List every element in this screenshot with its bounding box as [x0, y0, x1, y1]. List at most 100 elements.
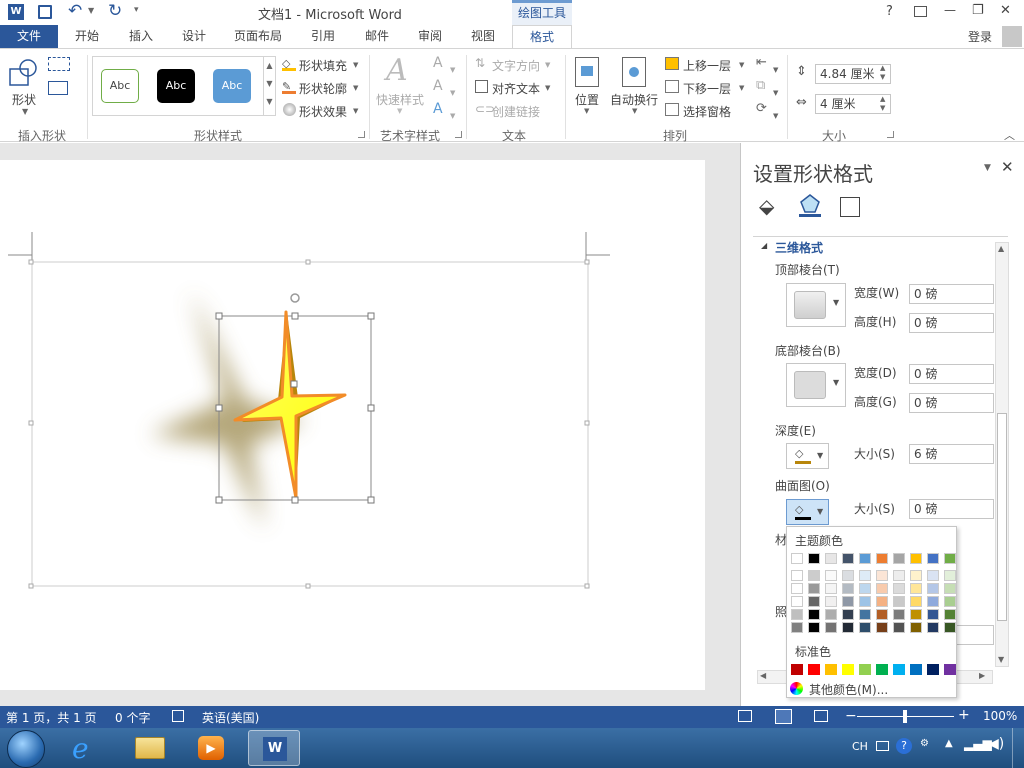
top-height-input[interactable]: 0 磅: [909, 313, 994, 333]
theme-color-swatch[interactable]: [791, 583, 803, 594]
theme-color-swatch[interactable]: [825, 570, 837, 581]
print-layout-icon[interactable]: [775, 709, 792, 724]
theme-color-swatch[interactable]: [859, 570, 871, 581]
theme-color-swatch[interactable]: [791, 553, 803, 564]
shape-width-spinner[interactable]: ▲ ▼: [880, 95, 885, 113]
restore-button[interactable]: ❐: [972, 3, 984, 18]
dialog-launcher-icon[interactable]: [455, 131, 462, 138]
tab-design[interactable]: 设计: [173, 25, 215, 48]
standard-color-swatch[interactable]: [859, 664, 871, 675]
create-link-button[interactable]: 创建链接: [492, 103, 540, 120]
text-direction-icon[interactable]: ⇅: [475, 56, 485, 70]
pane-scroll-right-icon[interactable]: ▶: [979, 671, 985, 680]
theme-color-swatch[interactable]: [791, 596, 803, 607]
start-button[interactable]: [7, 730, 45, 768]
send-backward-button[interactable]: 下移一层: [683, 80, 731, 97]
align-objects-icon[interactable]: ⇤: [756, 55, 767, 70]
text-box-icon[interactable]: [48, 81, 68, 95]
theme-color-swatch[interactable]: [944, 583, 956, 594]
zoom-slider-thumb[interactable]: [903, 710, 907, 723]
position-button[interactable]: 位置: [575, 91, 599, 108]
theme-color-swatch[interactable]: [808, 609, 820, 620]
word-count[interactable]: 0 个字: [115, 709, 150, 726]
avatar[interactable]: [1002, 26, 1022, 47]
theme-color-swatch[interactable]: [910, 596, 922, 607]
theme-color-swatch[interactable]: [910, 583, 922, 594]
media-player-icon[interactable]: ▶: [198, 736, 224, 760]
sign-in-link[interactable]: 登录: [968, 28, 992, 45]
shape-fill-button[interactable]: 形状填充: [299, 57, 347, 74]
theme-color-swatch[interactable]: [944, 553, 956, 564]
send-backward-icon[interactable]: [665, 80, 679, 93]
ie-icon[interactable]: e: [72, 732, 89, 765]
shape-effects-dropdown-icon[interactable]: ▼: [353, 107, 358, 115]
shape-outline-dropdown-icon[interactable]: ▼: [353, 84, 358, 92]
theme-color-swatch[interactable]: [859, 609, 871, 620]
effects-icon[interactable]: [799, 193, 821, 217]
shapes-button[interactable]: 形状: [12, 91, 36, 108]
theme-color-swatch[interactable]: [876, 622, 888, 633]
page-count[interactable]: 第 1 页，共 1 页: [6, 709, 97, 726]
web-layout-icon[interactable]: [814, 710, 828, 722]
theme-color-swatch[interactable]: [808, 596, 820, 607]
text-outline-icon[interactable]: A: [433, 78, 443, 94]
theme-color-swatch[interactable]: [876, 553, 888, 564]
help-tray-icon[interactable]: ?: [896, 738, 912, 754]
save-icon[interactable]: [38, 5, 52, 19]
tab-insert[interactable]: 插入: [120, 25, 162, 48]
theme-color-swatch[interactable]: [944, 622, 956, 633]
shape-outline-button[interactable]: 形状轮廓: [299, 80, 347, 97]
star-shape[interactable]: [219, 316, 371, 500]
standard-color-swatch[interactable]: [927, 664, 939, 675]
standard-color-swatch[interactable]: [808, 664, 820, 675]
redo-icon[interactable]: ↻: [108, 1, 122, 21]
theme-color-swatch[interactable]: [859, 622, 871, 633]
standard-color-swatch[interactable]: [944, 664, 956, 675]
tab-review[interactable]: 审阅: [409, 25, 451, 48]
selection-pane-icon[interactable]: [665, 103, 679, 116]
theme-color-swatch[interactable]: [791, 609, 803, 620]
theme-color-swatch[interactable]: [910, 609, 922, 620]
close-button[interactable]: ✕: [1000, 3, 1011, 18]
theme-color-swatch[interactable]: [825, 583, 837, 594]
theme-color-swatch[interactable]: [825, 622, 837, 633]
language-bar[interactable]: CH: [852, 740, 868, 753]
bottom-height-input[interactable]: 0 磅: [909, 393, 994, 413]
pane-scroll-thumb[interactable]: [997, 413, 1007, 621]
bottom-width-input[interactable]: 0 磅: [909, 364, 994, 384]
theme-color-swatch[interactable]: [859, 596, 871, 607]
theme-color-swatch[interactable]: [859, 583, 871, 594]
bring-forward-icon[interactable]: [665, 57, 679, 70]
wrap-text-dropdown-icon[interactable]: ▼: [632, 107, 637, 115]
shape-fill-icon[interactable]: ◇: [282, 57, 296, 71]
tab-mailings[interactable]: 邮件: [356, 25, 398, 48]
top-width-input[interactable]: 0 磅: [909, 284, 994, 304]
pane-scroll-up-icon[interactable]: ▲: [998, 244, 1004, 253]
top-bevel-picker[interactable]: ▼: [786, 283, 846, 327]
send-backward-dropdown-icon[interactable]: ▼: [739, 84, 744, 92]
word-app-icon[interactable]: W: [8, 4, 24, 20]
theme-color-swatch[interactable]: [927, 570, 939, 581]
shape-outline-icon[interactable]: ✎: [282, 80, 296, 94]
document-page[interactable]: [0, 160, 705, 690]
position-dropdown-icon[interactable]: ▼: [584, 107, 589, 115]
theme-color-swatch[interactable]: [842, 609, 854, 620]
customize-qat-icon[interactable]: ▾: [134, 5, 139, 15]
pane-scroll-left-icon[interactable]: ◀: [760, 671, 766, 680]
theme-color-swatch[interactable]: [825, 553, 837, 564]
tray-options-icon[interactable]: ⚙: [920, 738, 929, 749]
pane-close-icon[interactable]: ✕: [1001, 158, 1014, 176]
minimize-button[interactable]: —: [944, 3, 956, 17]
pane-scroll-down-icon[interactable]: ▼: [998, 655, 1004, 664]
theme-color-swatch[interactable]: [893, 553, 905, 564]
depth-color-button[interactable]: ◇ ▼: [786, 443, 829, 469]
align-text-dropdown-icon[interactable]: ▼: [545, 84, 550, 92]
standard-color-swatch[interactable]: [910, 664, 922, 675]
shapes-dropdown-icon[interactable]: ▼: [22, 107, 28, 116]
depth-size-input[interactable]: 6 磅: [909, 444, 994, 464]
theme-color-swatch[interactable]: [927, 596, 939, 607]
theme-color-swatch[interactable]: [842, 622, 854, 633]
theme-color-swatch[interactable]: [825, 596, 837, 607]
undo-dropdown-icon[interactable]: ▼: [88, 6, 94, 15]
theme-color-swatch[interactable]: [893, 583, 905, 594]
